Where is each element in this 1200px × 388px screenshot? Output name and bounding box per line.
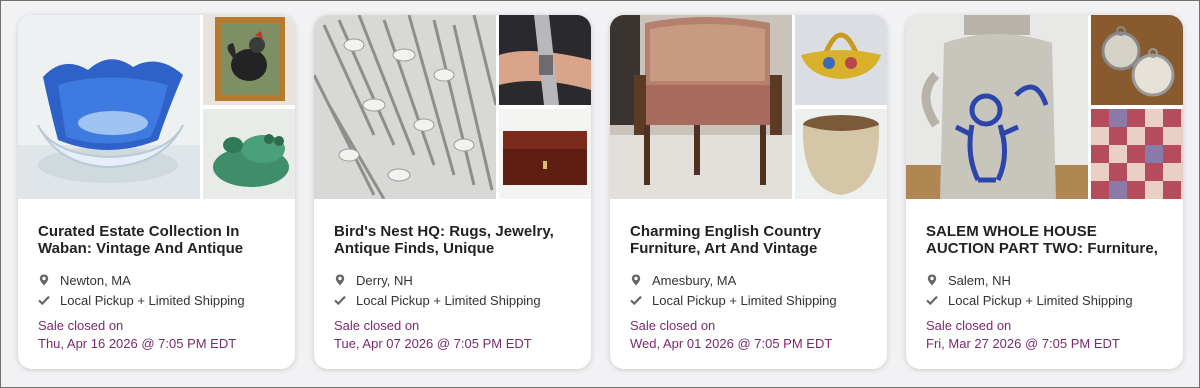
shipping-text: Local Pickup + Limited Shipping — [948, 292, 1133, 308]
location-text: Newton, MA — [60, 272, 131, 288]
checkmark-icon — [630, 295, 642, 306]
location-text: Salem, NH — [948, 272, 1011, 288]
bracelet-photo[interactable] — [499, 15, 591, 105]
shipping-row: Local Pickup + Limited Shipping — [630, 290, 867, 310]
pottery-basket-photo[interactable] — [795, 15, 887, 105]
sale-card[interactable]: Charming English Country Furniture, Art … — [610, 15, 887, 369]
pocket-watches-photo[interactable] — [1091, 15, 1183, 105]
location-text: Amesbury, MA — [652, 272, 737, 288]
sale-card[interactable]: SALEM WHOLE HOUSE AUCTION PART TWO: Furn… — [906, 15, 1183, 369]
shipping-text: Local Pickup + Limited Shipping — [356, 292, 541, 308]
sale-closed-date: Wed, Apr 01 2026 @ 7:05 PM EDT — [630, 336, 833, 351]
sale-title[interactable]: Curated Estate Collection In Waban: Vint… — [38, 223, 275, 257]
stoneware-churn-photo[interactable] — [906, 15, 1088, 199]
location-text: Derry, NH — [356, 272, 413, 288]
green-frog-planter-photo[interactable] — [203, 109, 295, 199]
shipping-row: Local Pickup + Limited Shipping — [926, 290, 1163, 310]
map-pin-icon — [631, 274, 641, 286]
sale-title[interactable]: SALEM WHOLE HOUSE AUCTION PART TWO: Furn… — [926, 223, 1163, 257]
card-image-gallery — [18, 15, 295, 199]
sale-card[interactable]: Bird's Nest HQ: Rugs, Jewelry, Antique F… — [314, 15, 591, 369]
location-row: Derry, NH — [334, 270, 571, 290]
stoneware-crock-photo[interactable] — [795, 109, 887, 199]
shipping-text: Local Pickup + Limited Shipping — [652, 292, 837, 308]
sale-closed-date: Tue, Apr 07 2026 @ 7:05 PM EDT — [334, 336, 532, 351]
sale-card-list: Curated Estate Collection In Waban: Vint… — [18, 15, 1183, 369]
location-row: Newton, MA — [38, 270, 275, 290]
shipping-row: Local Pickup + Limited Shipping — [334, 290, 571, 310]
map-pin-icon — [39, 274, 49, 286]
location-row: Salem, NH — [926, 270, 1163, 290]
map-pin-icon — [335, 274, 345, 286]
rooster-painting-photo[interactable] — [203, 15, 295, 105]
sale-status: Sale closed on — [630, 318, 716, 333]
card-image-gallery — [610, 15, 887, 199]
sale-card[interactable]: Curated Estate Collection In Waban: Vint… — [18, 15, 295, 369]
wooden-box-photo[interactable] — [499, 109, 591, 199]
checkmark-icon — [926, 295, 938, 306]
location-row: Amesbury, MA — [630, 270, 867, 290]
sale-closed-date: Thu, Apr 16 2026 @ 7:05 PM EDT — [38, 336, 237, 351]
map-pin-icon — [927, 274, 937, 286]
patchwork-quilt-photo[interactable] — [1091, 109, 1183, 199]
blue-glass-bowl-photo[interactable] — [18, 15, 200, 199]
upholstered-settee-photo[interactable] — [610, 15, 792, 199]
sale-status: Sale closed on — [334, 318, 420, 333]
sale-title[interactable]: Charming English Country Furniture, Art … — [630, 223, 867, 257]
sale-title[interactable]: Bird's Nest HQ: Rugs, Jewelry, Antique F… — [334, 223, 571, 257]
card-image-gallery — [906, 15, 1183, 199]
sale-closed-date: Fri, Mar 27 2026 @ 7:05 PM EDT — [926, 336, 1120, 351]
sale-status: Sale closed on — [926, 318, 1012, 333]
checkmark-icon — [38, 295, 50, 306]
checkmark-icon — [334, 295, 346, 306]
silver-flatware-photo[interactable] — [314, 15, 496, 199]
sale-status: Sale closed on — [38, 318, 124, 333]
shipping-text: Local Pickup + Limited Shipping — [60, 292, 245, 308]
shipping-row: Local Pickup + Limited Shipping — [38, 290, 275, 310]
card-image-gallery — [314, 15, 591, 199]
